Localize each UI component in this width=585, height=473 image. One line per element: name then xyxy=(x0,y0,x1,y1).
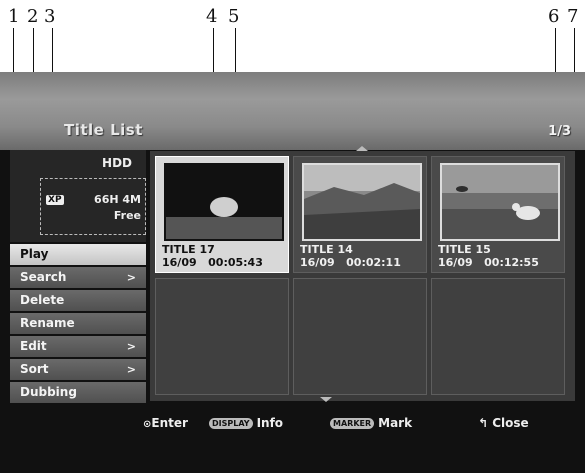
submenu-arrow-icon: > xyxy=(126,363,136,376)
title-tile-17[interactable]: TITLE 17 16/09 00:05:43 xyxy=(155,156,289,273)
title-meta: 16/09 00:12:55 xyxy=(438,256,539,269)
help-close-label: Close xyxy=(492,416,529,430)
menu-item-label: Edit xyxy=(20,339,47,353)
title-date: 16/09 xyxy=(300,256,335,269)
disk-info-panel: HDD XP 66H 4M Free xyxy=(10,150,146,242)
menu-item-label: Rename xyxy=(20,316,75,330)
help-mark: MARKER Mark xyxy=(330,416,412,430)
marker-key-icon: MARKER xyxy=(330,418,375,429)
empty-slot xyxy=(431,278,565,395)
submenu-arrow-icon: > xyxy=(126,271,136,284)
menu-item-label: Delete xyxy=(20,293,65,307)
mountain-thumbnail xyxy=(304,165,420,239)
help-enter: ⊙Enter xyxy=(143,416,188,430)
title-tile-15[interactable]: TITLE 15 16/09 00:12:55 xyxy=(431,156,565,273)
submenu-arrow-icon: > xyxy=(126,340,136,353)
title-grid: TITLE 17 16/09 00:05:43 TITLE 14 16/09 0… xyxy=(150,151,575,401)
menu-item-label: Sort xyxy=(20,362,49,376)
title-name: TITLE 15 xyxy=(438,243,491,256)
callout-4: 4 xyxy=(206,6,218,27)
menu-item-dubbing[interactable]: Dubbing xyxy=(10,382,146,403)
title-duration: 00:12:55 xyxy=(484,256,539,269)
menu-item-label: Search xyxy=(20,270,67,284)
menu-item-rename[interactable]: Rename xyxy=(10,313,146,334)
menu-item-label: Play xyxy=(20,247,49,261)
scroll-down-icon[interactable] xyxy=(320,397,332,402)
help-info-label: Info xyxy=(256,416,284,430)
callout-7: 7 xyxy=(567,6,579,27)
empty-slot xyxy=(293,278,427,395)
title-thumbnail xyxy=(164,163,284,241)
callout-3: 3 xyxy=(44,6,56,27)
callout-6: 6 xyxy=(548,6,560,27)
menu-item-search[interactable]: Search > xyxy=(10,267,146,288)
display-key-icon: DISPLAY xyxy=(209,418,253,429)
page-indicator: 1/3 xyxy=(548,124,571,139)
menu-item-label: Dubbing xyxy=(20,385,77,399)
title-duration: 00:02:11 xyxy=(346,256,401,269)
return-key-icon: ↰ xyxy=(478,416,493,430)
media-label: HDD xyxy=(102,156,132,170)
title-thumbnail xyxy=(440,163,560,241)
options-menu: Play Search > Delete Rename Edit > Sort > D… xyxy=(10,244,146,405)
menu-item-play[interactable]: Play xyxy=(10,244,146,265)
help-enter-label: Enter xyxy=(151,416,188,430)
title-date: 16/09 xyxy=(162,256,197,269)
header-band: Title List 1/3 xyxy=(0,72,585,150)
remaining-time: 66H 4M xyxy=(94,193,141,206)
callout-1: 1 xyxy=(8,6,20,27)
callout-2: 2 xyxy=(27,6,39,27)
menu-item-edit[interactable]: Edit > xyxy=(10,336,146,357)
title-name: TITLE 17 xyxy=(162,243,215,256)
page-title: Title List xyxy=(64,121,143,139)
record-mode-badge: XP xyxy=(46,195,64,205)
menu-item-sort[interactable]: Sort > xyxy=(10,359,146,380)
title-meta: 16/09 00:02:11 xyxy=(300,256,401,269)
help-close: ↰ Close xyxy=(478,416,529,430)
title-date: 16/09 xyxy=(438,256,473,269)
disk-space-box: XP 66H 4M Free xyxy=(40,178,146,235)
title-tile-14[interactable]: TITLE 14 16/09 00:02:11 xyxy=(293,156,427,273)
title-name: TITLE 14 xyxy=(300,243,353,256)
title-thumbnail xyxy=(302,163,422,241)
sunset-thumbnail xyxy=(166,165,282,239)
help-mark-label: Mark xyxy=(378,416,413,430)
free-label: Free xyxy=(113,209,141,222)
menu-item-delete[interactable]: Delete xyxy=(10,290,146,311)
title-meta: 16/09 00:05:43 xyxy=(162,256,263,269)
bird-thumbnail xyxy=(442,165,558,239)
help-info: DISPLAY Info xyxy=(209,416,283,430)
help-bar: ⊙Enter DISPLAY Info MARKER Mark ↰ Close xyxy=(0,412,585,434)
callout-5: 5 xyxy=(228,6,240,27)
title-list-screen: Title List 1/3 HDD XP 66H 4M Free Play S… xyxy=(0,72,585,473)
title-duration: 00:05:43 xyxy=(208,256,263,269)
empty-slot xyxy=(155,278,289,395)
